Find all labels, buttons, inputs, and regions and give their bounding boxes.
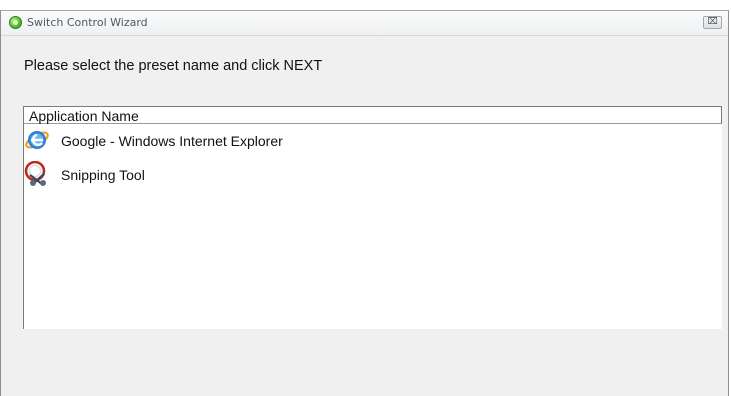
- list-item[interactable]: Snipping Tool: [24, 158, 722, 192]
- item-label: Snipping Tool: [61, 167, 145, 183]
- title-bar[interactable]: Switch Control Wizard ⌧: [1, 11, 728, 36]
- snipping-tool-icon: [24, 161, 46, 186]
- window-title: Switch Control Wizard: [27, 16, 148, 29]
- application-list[interactable]: Application Name Google - Windows Intern…: [23, 106, 722, 329]
- close-button[interactable]: ⌧: [703, 16, 722, 29]
- list-header: Application Name: [24, 106, 722, 124]
- wizard-window: Switch Control Wizard ⌧ Please select th…: [0, 10, 729, 396]
- close-icon: ⌧: [707, 17, 718, 27]
- app-icon: [9, 16, 22, 29]
- instruction-text: Please select the preset name and click …: [24, 58, 323, 74]
- internet-explorer-icon: [25, 131, 49, 149]
- column-header-application-name[interactable]: Application Name: [29, 108, 139, 124]
- list-item[interactable]: Google - Windows Internet Explorer: [24, 124, 722, 158]
- item-label: Google - Windows Internet Explorer: [61, 133, 283, 149]
